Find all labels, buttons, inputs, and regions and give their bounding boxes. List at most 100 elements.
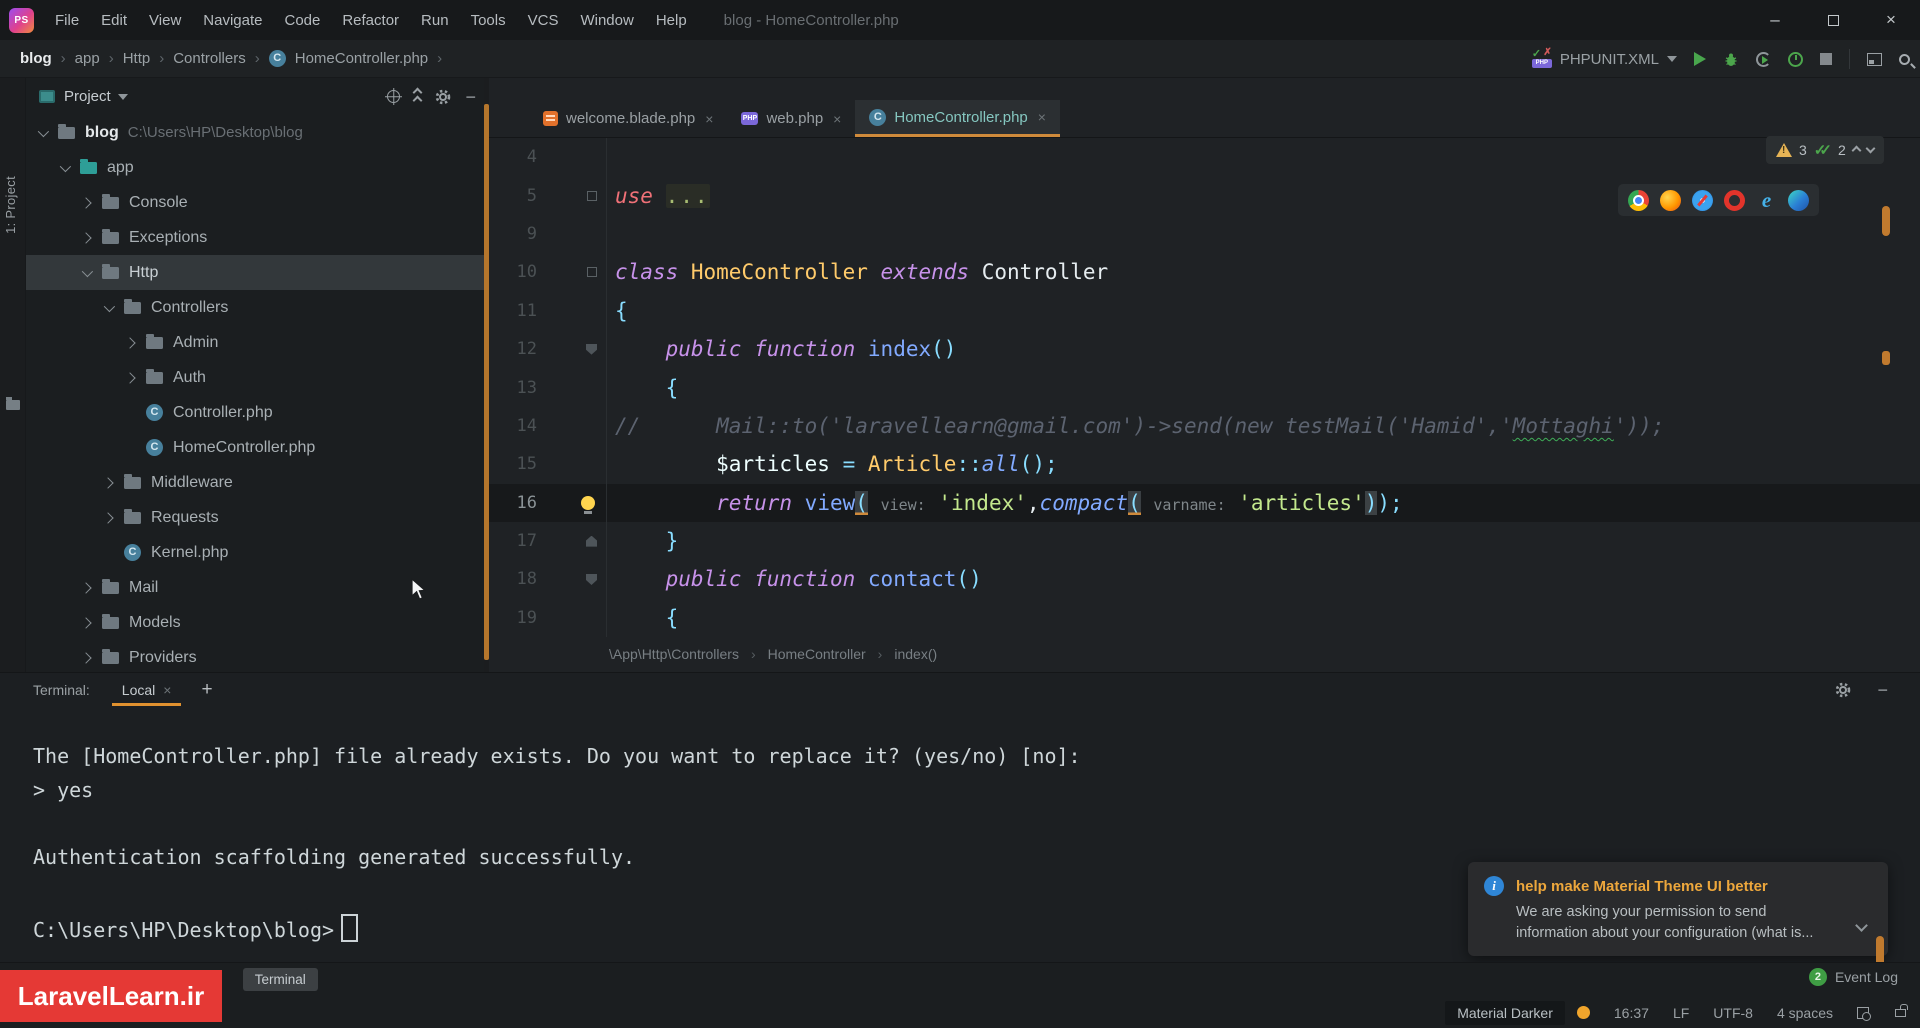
- tree-item-blog[interactable]: blog C:\Users\HP\Desktop\blog: [26, 115, 484, 150]
- folder-icon[interactable]: [6, 397, 20, 410]
- chevron-expanded-icon[interactable]: [59, 160, 72, 172]
- tree-item-middleware[interactable]: Middleware: [26, 465, 484, 500]
- chevron-collapsed-icon[interactable]: [124, 336, 136, 349]
- run-configuration-select[interactable]: ✓ ✗ PHP PHPUNIT.XML: [1531, 47, 1677, 68]
- chevron-collapsed-icon[interactable]: [102, 511, 114, 524]
- breadcrumb-item-homecontroller-php[interactable]: HomeController.php: [295, 50, 428, 67]
- hide-panel-icon[interactable]: −: [1877, 681, 1888, 699]
- chevron-expanded-icon[interactable]: [81, 265, 94, 277]
- menu-item-file[interactable]: File: [44, 7, 90, 34]
- ie-browser-icon[interactable]: e: [1756, 189, 1777, 211]
- menu-item-code[interactable]: Code: [273, 7, 331, 34]
- hide-panel-icon[interactable]: −: [465, 88, 476, 106]
- hide-windows-icon[interactable]: [1867, 52, 1882, 66]
- project-panel-title[interactable]: Project: [64, 88, 111, 105]
- close-icon[interactable]: ×: [833, 111, 841, 127]
- menu-item-window[interactable]: Window: [569, 7, 644, 34]
- tree-item-admin[interactable]: Admin: [26, 325, 484, 360]
- gear-icon[interactable]: [1835, 682, 1851, 698]
- intention-bulb-icon[interactable]: [581, 495, 595, 514]
- breadcrumb-item-app[interactable]: app: [75, 50, 100, 67]
- close-button[interactable]: ×: [1862, 0, 1920, 40]
- chevron-collapsed-icon[interactable]: [80, 616, 92, 629]
- breadcrumb-item-controllers[interactable]: Controllers: [173, 50, 246, 67]
- close-icon[interactable]: ×: [163, 682, 171, 698]
- menu-item-help[interactable]: Help: [645, 7, 698, 34]
- fold-marker-icon[interactable]: [587, 190, 597, 201]
- status-line-ending[interactable]: LF: [1673, 1005, 1689, 1021]
- unlock-icon[interactable]: [1895, 1003, 1908, 1017]
- collapse-all-icon[interactable]: [413, 87, 423, 106]
- breadcrumb-item-http[interactable]: Http: [123, 50, 151, 67]
- editor-breadcrumb-item[interactable]: index(): [894, 646, 937, 662]
- event-log-button[interactable]: 2 Event Log: [1808, 968, 1898, 986]
- tree-item-app[interactable]: app: [26, 150, 484, 185]
- fold-marker-icon[interactable]: [586, 573, 597, 585]
- chevron-collapsed-icon[interactable]: [80, 231, 92, 244]
- chevron-collapsed-icon[interactable]: [102, 476, 114, 489]
- gear-icon[interactable]: [435, 89, 451, 105]
- inspections-widget[interactable]: 3 ✓✓ 2: [1766, 136, 1884, 164]
- breadcrumb-item-blog[interactable]: blog: [20, 50, 52, 67]
- locate-file-icon[interactable]: [387, 90, 401, 103]
- tool-button-terminal[interactable]: Terminal: [242, 968, 318, 991]
- firefox-browser-icon[interactable]: [1660, 189, 1681, 211]
- editor-breadcrumb-item[interactable]: HomeController: [768, 646, 866, 662]
- menu-item-vcs[interactable]: VCS: [517, 7, 570, 34]
- edge-browser-icon[interactable]: [1788, 189, 1809, 211]
- chevron-collapsed-icon[interactable]: [80, 581, 92, 594]
- menu-item-refactor[interactable]: Refactor: [331, 7, 410, 34]
- tool-button-project[interactable]: 1: Project: [3, 176, 18, 234]
- chevron-down-icon[interactable]: [117, 93, 128, 100]
- run-button[interactable]: [1694, 52, 1706, 66]
- tree-item-auth[interactable]: Auth: [26, 360, 484, 395]
- tree-item-homecontroller-php[interactable]: C HomeController.php: [26, 430, 484, 465]
- tab-web-php[interactable]: PHP web.php ×: [727, 100, 855, 137]
- chevron-down-icon[interactable]: [1865, 143, 1876, 153]
- menu-item-view[interactable]: View: [138, 7, 192, 34]
- fold-marker-icon[interactable]: [586, 535, 597, 547]
- chevron-collapsed-icon[interactable]: [124, 371, 136, 384]
- theme-color-icon[interactable]: [1576, 1006, 1590, 1019]
- tree-item-providers[interactable]: Providers: [26, 640, 484, 672]
- tree-item-exceptions[interactable]: Exceptions: [26, 220, 484, 255]
- editor-breadcrumb-item[interactable]: \App\Http\Controllers: [609, 646, 739, 662]
- new-terminal-icon[interactable]: +: [201, 679, 212, 701]
- tree-item-http[interactable]: Http: [26, 255, 484, 290]
- editor-scrollbar-thumb[interactable]: [1882, 206, 1890, 236]
- terminal-tab-local[interactable]: Local ×: [111, 673, 182, 706]
- stop-button[interactable]: [1820, 53, 1832, 65]
- tree-item-controllers[interactable]: Controllers: [26, 290, 484, 325]
- debug-button[interactable]: [1723, 51, 1739, 67]
- inspections-status-icon[interactable]: [1857, 1006, 1871, 1021]
- chevron-up-icon[interactable]: [1851, 145, 1862, 155]
- menu-item-tools[interactable]: Tools: [460, 7, 517, 34]
- chevron-expanded-icon[interactable]: [37, 125, 50, 137]
- fold-marker-icon[interactable]: [586, 343, 597, 355]
- chevron-collapsed-icon[interactable]: [80, 651, 92, 664]
- tab-welcome-blade-php[interactable]: welcome.blade.php ×: [529, 100, 727, 137]
- status-indent[interactable]: 4 spaces: [1777, 1005, 1833, 1021]
- tab-homecontroller-php[interactable]: C HomeController.php ×: [855, 100, 1060, 137]
- tree-item-console[interactable]: Console: [26, 185, 484, 220]
- chevron-down-icon[interactable]: [1855, 919, 1868, 932]
- chrome-browser-icon[interactable]: [1628, 189, 1649, 211]
- menu-item-edit[interactable]: Edit: [90, 7, 138, 34]
- chevron-expanded-icon[interactable]: [103, 300, 116, 312]
- profiler-button[interactable]: [1788, 51, 1803, 67]
- chevron-collapsed-icon[interactable]: [80, 196, 92, 209]
- tree-item-models[interactable]: Models: [26, 605, 484, 640]
- notification-balloon[interactable]: i help make Material Theme UI better We …: [1468, 862, 1888, 956]
- menu-item-run[interactable]: Run: [410, 7, 460, 34]
- close-icon[interactable]: ×: [705, 111, 713, 127]
- search-everywhere-icon[interactable]: [1899, 53, 1910, 65]
- close-icon[interactable]: ×: [1038, 109, 1046, 125]
- status-theme[interactable]: Material Darker: [1445, 1000, 1565, 1025]
- minimize-button[interactable]: –: [1746, 0, 1804, 40]
- tree-item-controller-php[interactable]: C Controller.php: [26, 395, 484, 430]
- tree-item-requests[interactable]: Requests: [26, 500, 484, 535]
- maximize-button[interactable]: [1804, 0, 1862, 40]
- safari-browser-icon[interactable]: [1692, 189, 1713, 211]
- status-encoding[interactable]: UTF-8: [1713, 1005, 1753, 1021]
- fold-marker-icon[interactable]: [587, 267, 597, 278]
